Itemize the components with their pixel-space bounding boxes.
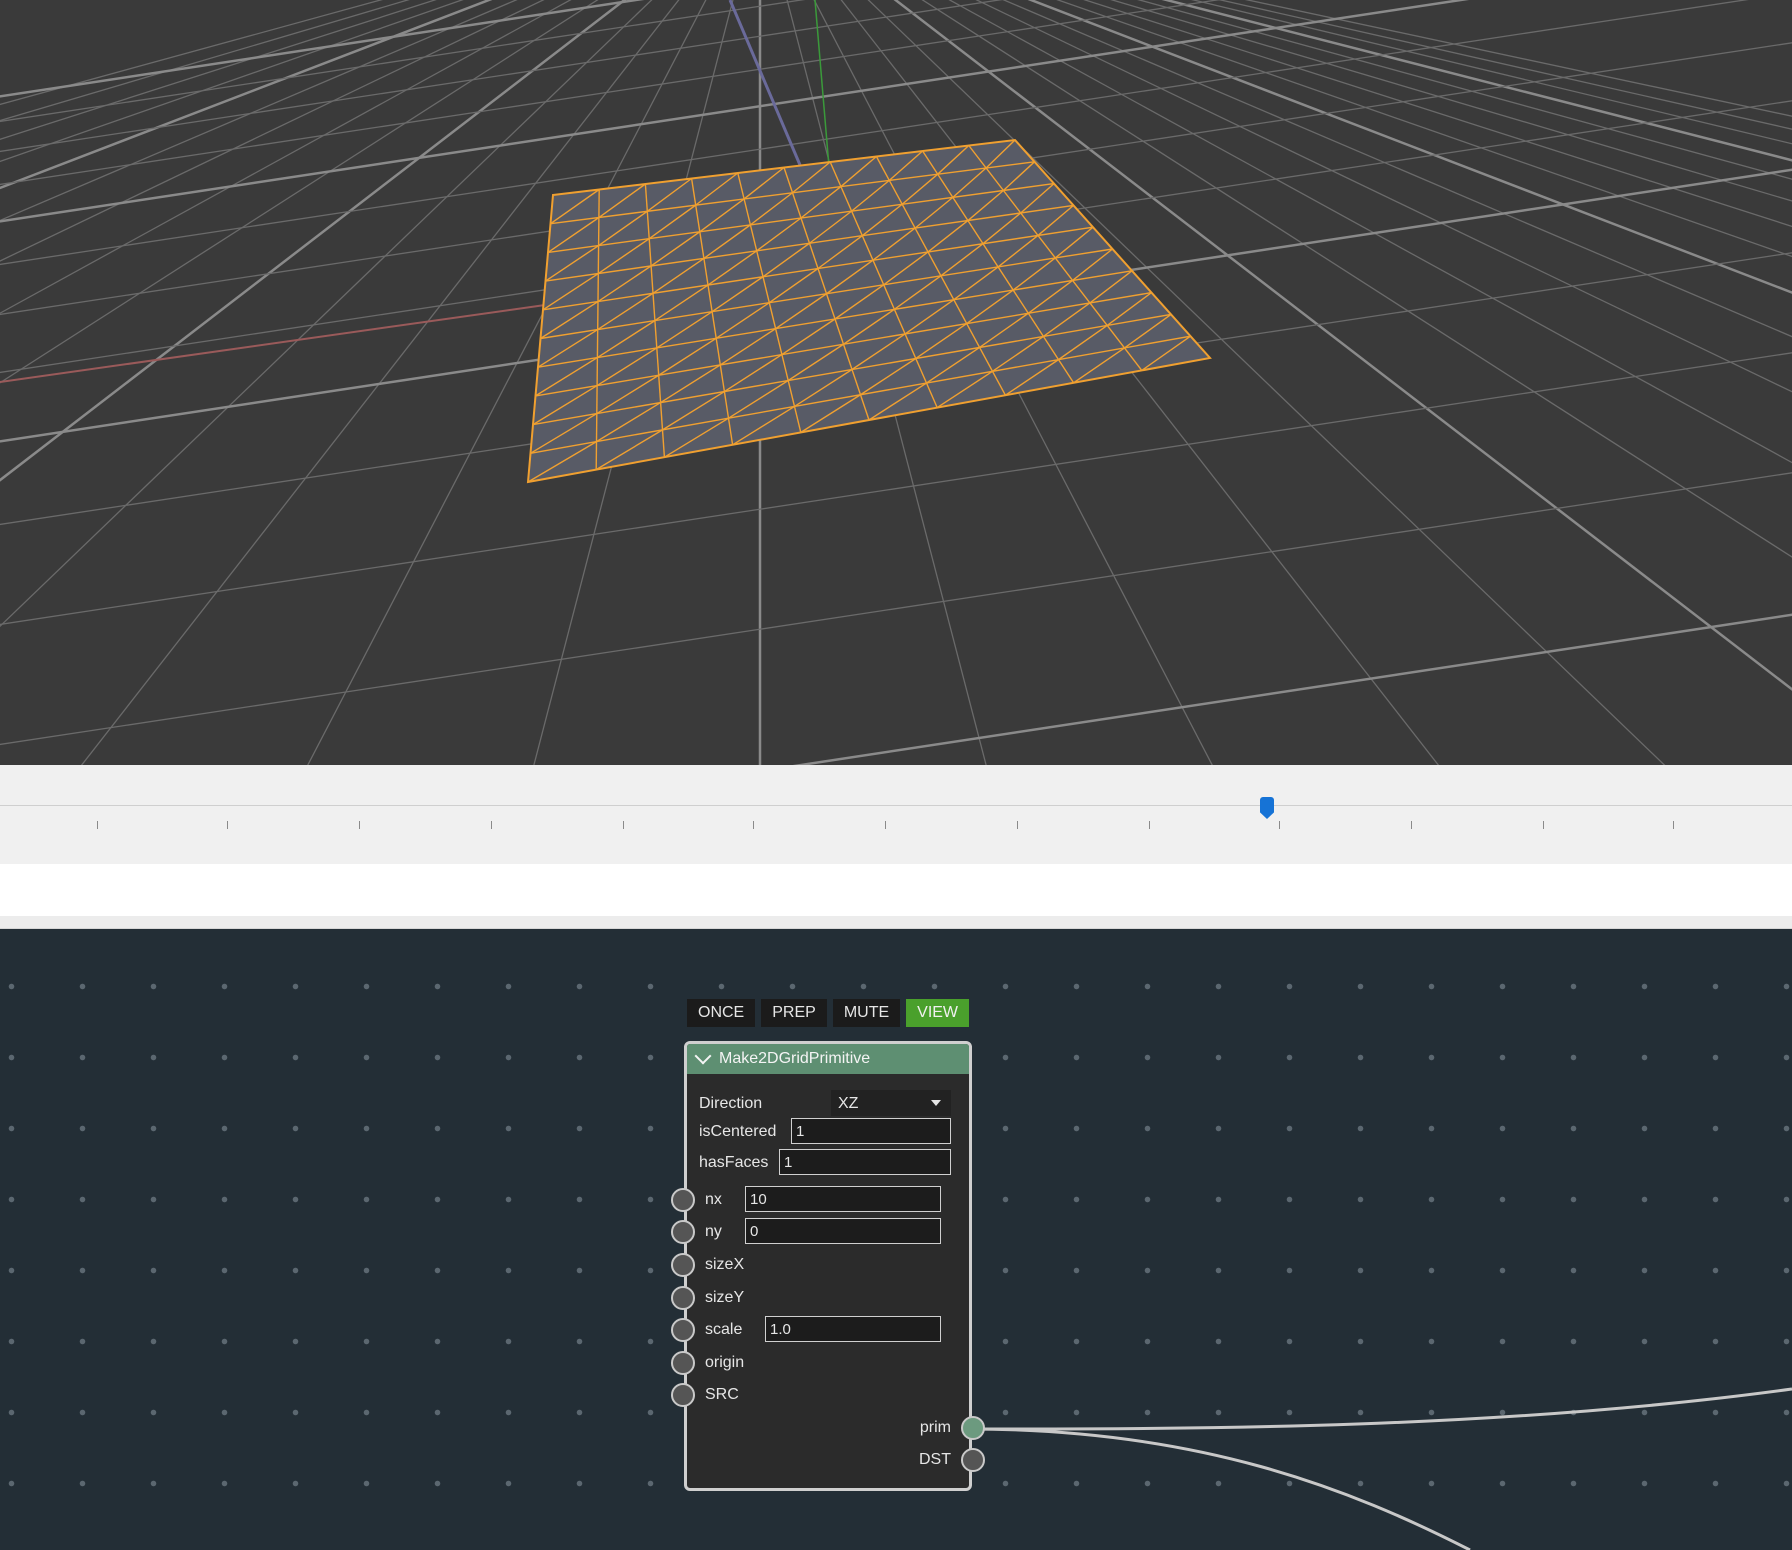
floor-grid-line [1217, 0, 1792, 130]
flag-view-button[interactable]: VIEW [906, 999, 970, 1027]
timeline-tick [1149, 821, 1150, 829]
floor-grid-line [0, 0, 383, 106]
scale-label: scale [705, 1321, 743, 1338]
timeline[interactable] [0, 765, 1792, 864]
wire-prim-out-2[interactable] [967, 1427, 1471, 1550]
flag-mute-button[interactable]: MUTE [832, 999, 901, 1027]
sizex-socket[interactable] [671, 1253, 695, 1277]
node-header[interactable]: Make2DGridPrimitive [687, 1044, 969, 1074]
ny-socket[interactable] [671, 1220, 695, 1244]
timeline-tick [623, 821, 624, 829]
ny-label: ny [705, 1223, 722, 1240]
timeline-tick [1411, 821, 1412, 829]
panel-splitter[interactable] [0, 916, 1792, 929]
timeline-tick [1673, 821, 1674, 829]
scale-input[interactable] [765, 1316, 941, 1342]
timeline-playhead[interactable] [1260, 797, 1274, 819]
scale-socket[interactable] [671, 1318, 695, 1342]
ny-input[interactable] [745, 1218, 941, 1244]
flag-prep-button[interactable]: PREP [761, 999, 827, 1027]
input-sizey: sizeY [671, 1284, 969, 1314]
sizey-socket[interactable] [671, 1286, 695, 1310]
iscentered-label: isCentered [699, 1123, 777, 1140]
nx-label: nx [705, 1191, 722, 1208]
input-nx: nx [671, 1186, 969, 1216]
input-origin: origin [671, 1349, 969, 1379]
dst-label: DST [919, 1451, 951, 1468]
origin-socket[interactable] [671, 1351, 695, 1375]
timeline-tick [1543, 821, 1544, 829]
chevron-down-icon[interactable] [694, 1047, 712, 1065]
prim-label: prim [919, 1419, 951, 1436]
flag-once-button[interactable]: ONCE [687, 999, 756, 1027]
caret-down-icon [931, 1100, 941, 1106]
input-ny: ny [671, 1218, 969, 1248]
iscentered-input[interactable] [791, 1118, 951, 1144]
sizey-label: sizeY [705, 1289, 745, 1306]
z-axis-line [728, 0, 802, 166]
floor-grid-line [1244, 0, 1792, 117]
param-iscentered: isCentered [687, 1118, 969, 1148]
origin-label: origin [705, 1354, 745, 1371]
sizex-label: sizeX [705, 1256, 745, 1273]
param-direction: Direction XZ [687, 1090, 969, 1120]
timeline-tick [1017, 821, 1018, 829]
nx-input[interactable] [745, 1186, 941, 1212]
floor-grid-line [0, 0, 806, 123]
timeline-tick [491, 821, 492, 829]
timeline-tick [359, 821, 360, 829]
floor-grid-line [0, 472, 1792, 746]
timeline-tick [227, 821, 228, 829]
output-dst: DST [687, 1446, 985, 1476]
src-socket[interactable] [671, 1383, 695, 1407]
status-bar [0, 864, 1792, 916]
timeline-tick [97, 821, 98, 829]
floor-grid-line [0, 0, 437, 140]
input-scale: scale [671, 1316, 969, 1346]
direction-select[interactable]: XZ [831, 1090, 951, 1116]
prim-socket[interactable] [961, 1416, 985, 1440]
wire-prim-out-1[interactable] [967, 1387, 1792, 1431]
output-prim: prim [687, 1414, 985, 1444]
direction-label: Direction [699, 1095, 763, 1112]
nx-socket[interactable] [671, 1188, 695, 1212]
mesh-face [526, 138, 1212, 484]
timeline-tick [885, 821, 886, 829]
input-sizex: sizeX [671, 1251, 969, 1281]
src-label: SRC [705, 1386, 739, 1403]
timeline-track [0, 805, 1792, 806]
input-src: SRC [671, 1381, 969, 1411]
3d-viewport[interactable] [0, 0, 1792, 765]
timeline-tick [753, 821, 754, 829]
hasfaces-label: hasFaces [699, 1154, 769, 1171]
node-flag-bar: ONCE PREP MUTE VIEW [687, 999, 970, 1027]
timeline-tick [1279, 821, 1280, 829]
dst-socket[interactable] [961, 1448, 985, 1472]
node-make2dgridprimitive[interactable]: Make2DGridPrimitive Direction XZ isCente… [671, 1041, 985, 1491]
grid-mesh[interactable] [526, 138, 1212, 484]
param-hasfaces: hasFaces [687, 1149, 969, 1179]
hasfaces-input[interactable] [779, 1149, 951, 1175]
direction-value: XZ [838, 1095, 859, 1112]
node-title: Make2DGridPrimitive [719, 1050, 871, 1067]
viewport-canvas [0, 0, 1792, 765]
node-graph-editor[interactable]: ONCE PREP MUTE VIEW Make2DGridPrimitive … [0, 929, 1792, 1550]
